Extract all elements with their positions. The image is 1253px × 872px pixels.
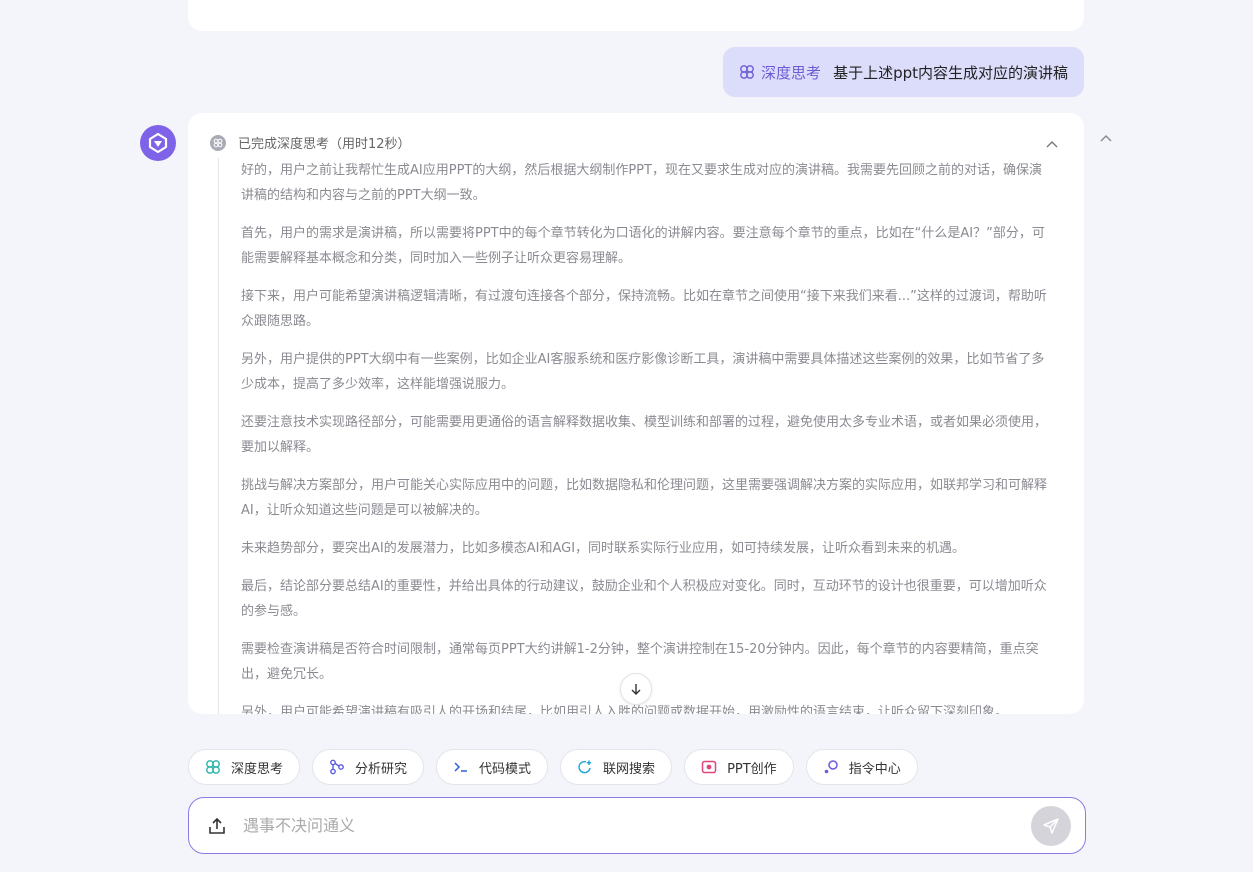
tool-label: 联网搜索 (603, 758, 655, 777)
send-icon (1042, 817, 1060, 835)
thinking-paragraph: 挑战与解决方案部分，用户可能关心实际应用中的问题，比如数据隐私和伦理问题，这里需… (241, 473, 1054, 523)
tool-deep-think[interactable]: 深度思考 (188, 749, 300, 785)
assistant-avatar (140, 125, 176, 161)
deep-think-icon (739, 64, 755, 80)
thinking-paragraph: 未来趋势部分，要突出AI的发展潜力，比如多模态AI和AGI，同时联系实际行业应用… (241, 536, 1054, 561)
web-search-icon (577, 759, 593, 775)
tool-code[interactable]: 代码模式 (436, 749, 548, 785)
user-message-text: 基于上述ppt内容生成对应的演讲稿 (833, 62, 1068, 83)
analysis-icon (329, 759, 345, 775)
thinking-paragraph: 另外，用户可能希望演讲稿有吸引人的开场和结尾，比如用引人入胜的问题或数据开始，用… (241, 700, 1054, 714)
scroll-to-bottom-button[interactable] (620, 673, 652, 705)
tool-label: 代码模式 (479, 758, 531, 777)
upload-icon[interactable] (207, 816, 227, 836)
ppt-icon (701, 759, 717, 775)
collapse-thinking-icon[interactable] (1044, 137, 1060, 153)
command-center-icon (823, 759, 839, 775)
tool-analysis[interactable]: 分析研究 (312, 749, 424, 785)
arrow-down-icon (629, 682, 643, 696)
tool-command-center[interactable]: 指令中心 (806, 749, 918, 785)
thinking-content: 好的，用户之前让我帮忙生成AI应用PPT的大纲，然后根据大纲制作PPT，现在又要… (218, 158, 1054, 714)
user-message-mode-tag: 深度思考 (739, 62, 821, 83)
thinking-paragraph: 好的，用户之前让我帮忙生成AI应用PPT的大纲，然后根据大纲制作PPT，现在又要… (241, 158, 1054, 208)
user-message-tag-label: 深度思考 (761, 62, 821, 83)
chat-input[interactable] (243, 816, 1031, 835)
tool-web-search[interactable]: 联网搜索 (560, 749, 672, 785)
thinking-paragraph: 首先，用户的需求是演讲稿，所以需要将PPT中的每个章节转化为口语化的讲解内容。要… (241, 221, 1054, 271)
tool-bar: 深度思考 分析研究 代码模式 联网搜索 PPT创作 (188, 749, 918, 785)
thinking-header-label: 已完成深度思考（用时12秒） (238, 133, 411, 152)
thinking-paragraph: 还要注意技术实现路径部分，可能需要用更通俗的语言解释数据收集、模型训练和部署的过… (241, 410, 1054, 460)
tool-label: PPT创作 (727, 758, 777, 777)
previous-message-card (188, 0, 1084, 31)
tool-label: 深度思考 (231, 758, 283, 777)
assistant-answer-card: 已完成深度思考（用时12秒） 好的，用户之前让我帮忙生成AI应用PPT的大纲，然… (188, 113, 1084, 714)
thinking-header[interactable]: 已完成深度思考（用时12秒） (210, 133, 411, 152)
tool-label: 指令中心 (849, 758, 901, 777)
tool-label: 分析研究 (355, 758, 407, 777)
user-message-bubble: 深度思考 基于上述ppt内容生成对应的演讲稿 (723, 47, 1084, 97)
thinking-paragraph: 另外，用户提供的PPT大纲中有一些案例，比如企业AI客服系统和医疗影像诊断工具，… (241, 347, 1054, 397)
deep-think-icon (205, 759, 221, 775)
code-icon (453, 759, 469, 775)
collapse-answer-icon[interactable] (1098, 131, 1114, 147)
thinking-paragraph: 最后，结论部分要总结AI的重要性，并给出具体的行动建议，鼓励企业和个人积极应对变… (241, 574, 1054, 624)
assistant-logo-icon (146, 131, 170, 155)
thinking-status-icon (210, 135, 226, 151)
tool-ppt[interactable]: PPT创作 (684, 749, 794, 785)
thinking-paragraph: 接下来，用户可能希望演讲稿逻辑清晰，有过渡句连接各个部分，保持流畅。比如在章节之… (241, 284, 1054, 334)
send-button[interactable] (1031, 806, 1071, 846)
chat-input-box (188, 797, 1086, 854)
